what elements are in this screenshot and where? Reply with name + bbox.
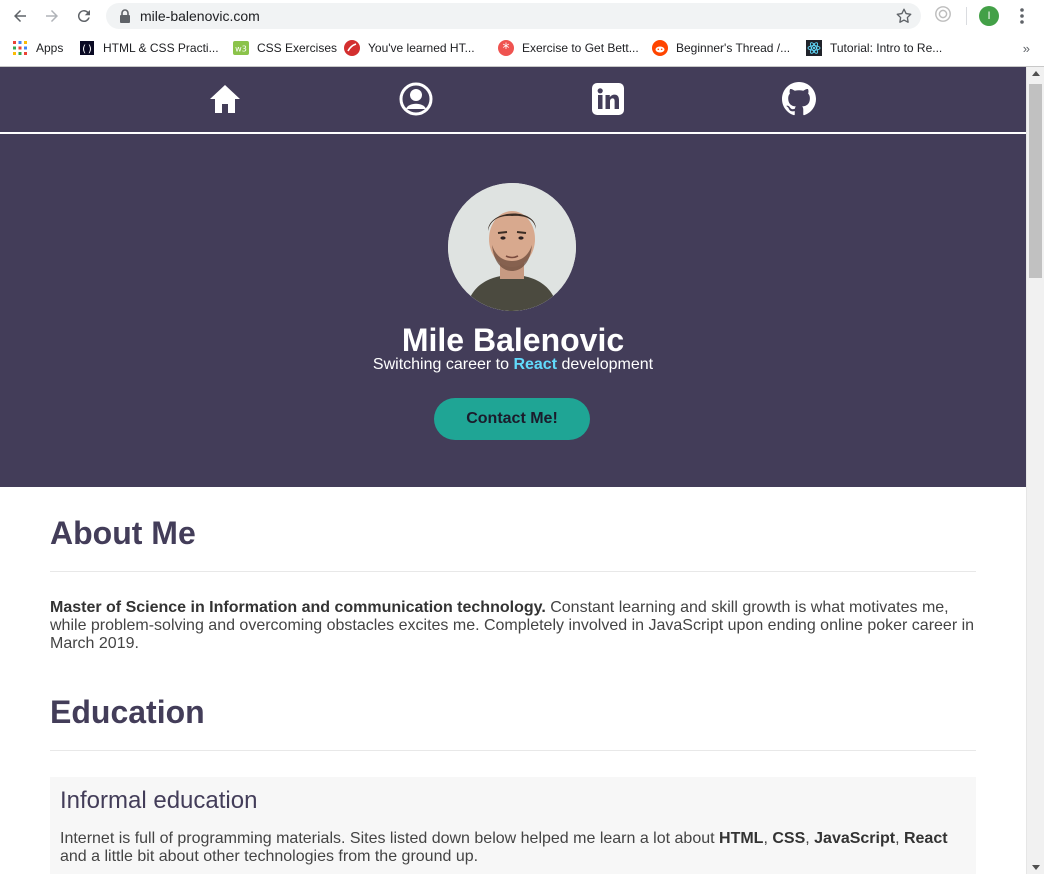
freecodecamp-icon: () xyxy=(79,40,95,56)
home-link[interactable] xyxy=(207,81,243,117)
subtitle-prefix: Switching career to xyxy=(372,356,514,373)
svg-text:*: * xyxy=(503,41,510,56)
tech-html: HTML xyxy=(719,830,764,847)
back-button[interactable] xyxy=(8,4,32,28)
apps-grid-icon xyxy=(12,40,28,56)
kebab-menu-icon[interactable] xyxy=(1012,6,1032,26)
education-text: Internet is full of programming material… xyxy=(60,830,720,847)
bookmark-star-icon[interactable] xyxy=(895,7,913,25)
bookmark-label: HTML & CSS Practi... xyxy=(103,41,219,55)
linkedin-icon xyxy=(592,83,624,115)
github-link[interactable] xyxy=(781,81,817,117)
extension-icon[interactable] xyxy=(934,5,952,23)
subtitle-highlight: React xyxy=(513,356,558,373)
tech-css: CSS xyxy=(772,830,806,847)
reload-button[interactable] xyxy=(72,4,96,28)
about-paragraph: Master of Science in Information and com… xyxy=(50,599,976,653)
bookmark-html-css-practice[interactable]: () HTML & CSS Practi... xyxy=(79,38,219,58)
hero-subtitle: Switching career to React development xyxy=(0,356,1026,374)
bookmark-exercise[interactable]: * Exercise to Get Bett... xyxy=(498,38,639,58)
svg-text:(): () xyxy=(81,44,93,55)
bookmark-label: Apps xyxy=(36,41,64,55)
site-navbar xyxy=(0,67,1026,133)
contact-me-button[interactable]: Contact Me! xyxy=(434,398,590,440)
reload-icon xyxy=(77,10,90,23)
education-paragraph: Internet is full of programming material… xyxy=(60,830,966,866)
informal-education-card: Informal education Internet is full of p… xyxy=(50,777,976,874)
bookmark-apps[interactable]: Apps xyxy=(12,38,63,58)
browser-chrome: mile-balenovic.com I Apps () HTML & CSS … xyxy=(0,0,1044,67)
w3resource-icon: w3 xyxy=(233,40,249,56)
scrollbar-thumb[interactable] xyxy=(1029,84,1042,278)
card-title: Informal education xyxy=(60,787,258,814)
user-circle-icon xyxy=(399,82,433,116)
hero-name: Mile Balenovic xyxy=(401,322,625,358)
profile-avatar[interactable]: I xyxy=(979,6,999,26)
separator: , xyxy=(895,830,904,847)
page-viewport: Mile Balenovic Switching career to React… xyxy=(0,67,1026,874)
forward-arrow-icon xyxy=(46,10,58,22)
scroll-down-arrow-icon[interactable] xyxy=(1032,865,1040,870)
asterisk-icon: * xyxy=(498,40,514,56)
education-heading: Education xyxy=(50,694,205,730)
react-icon xyxy=(806,40,822,56)
separator: , xyxy=(763,830,773,847)
separator: , xyxy=(805,830,815,847)
education-text-end: and a little bit about other technologie… xyxy=(60,848,479,865)
about-degree: Master of Science in Information and com… xyxy=(50,599,546,616)
bookmark-codecademy[interactable]: You've learned HT... xyxy=(344,38,475,58)
vertical-scrollbar[interactable] xyxy=(1026,67,1044,874)
profile-link[interactable] xyxy=(398,81,434,117)
main-content: About Me Master of Science in Informatio… xyxy=(50,487,976,874)
address-bar[interactable]: mile-balenovic.com xyxy=(106,3,921,29)
bookmark-label: Tutorial: Intro to Re... xyxy=(830,41,943,55)
toolbar-divider xyxy=(966,7,967,25)
url-text: mile-balenovic.com xyxy=(140,8,260,24)
codecademy-icon xyxy=(344,40,360,56)
github-icon xyxy=(782,82,816,116)
forward-button[interactable] xyxy=(40,4,64,28)
bookmark-react-tutorial[interactable]: Tutorial: Intro to Re... xyxy=(806,38,942,58)
bookmark-css-exercises[interactable]: w3 CSS Exercises xyxy=(233,38,337,58)
home-icon xyxy=(210,85,240,113)
bookmark-label: Exercise to Get Bett... xyxy=(522,41,639,55)
reddit-icon xyxy=(652,40,668,56)
svg-text:w3: w3 xyxy=(235,45,247,54)
bookmarks-bar: Apps () HTML & CSS Practi... w3 CSS Exer… xyxy=(0,36,1044,60)
section-divider xyxy=(50,750,976,751)
tech-react: React xyxy=(903,830,948,847)
section-divider xyxy=(50,571,976,572)
hero-section: Mile Balenovic Switching career to React… xyxy=(0,134,1026,487)
bookmark-label: Beginner's Thread /... xyxy=(676,41,791,55)
bookmark-label: CSS Exercises xyxy=(257,41,338,55)
subtitle-suffix: development xyxy=(557,356,654,373)
bookmark-beginners-thread[interactable]: Beginner's Thread /... xyxy=(652,38,790,58)
bookmarks-overflow-icon[interactable]: » xyxy=(1023,41,1030,56)
lock-icon xyxy=(120,9,130,23)
scroll-up-arrow-icon[interactable] xyxy=(1032,71,1040,76)
bookmark-label: You've learned HT... xyxy=(368,41,475,55)
profile-photo xyxy=(448,183,576,311)
tech-javascript: JavaScript xyxy=(814,830,896,847)
about-heading: About Me xyxy=(50,515,196,551)
linkedin-link[interactable] xyxy=(590,81,626,117)
back-arrow-icon xyxy=(14,10,26,22)
